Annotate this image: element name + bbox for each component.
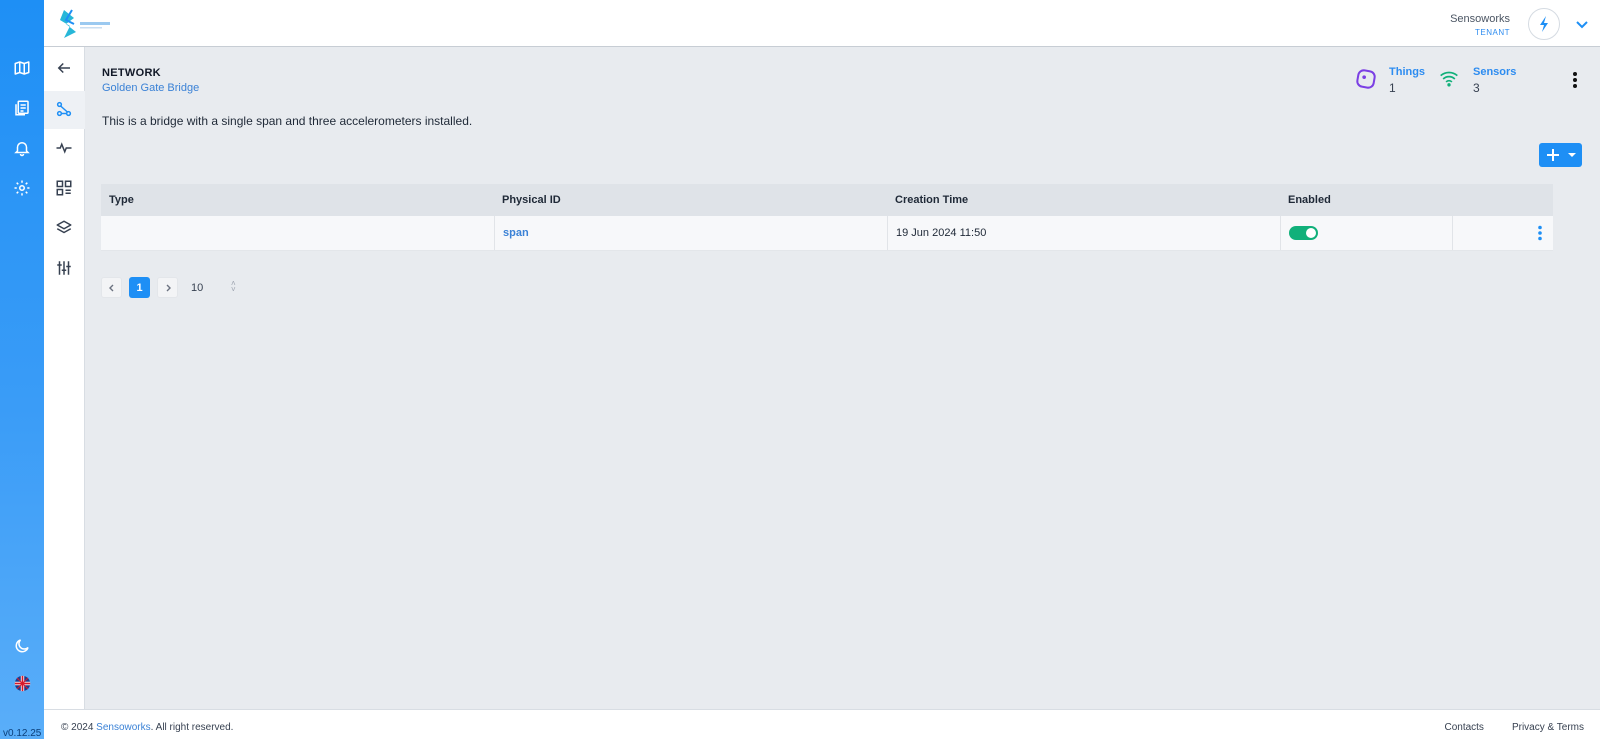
table-header: Type Physical ID Creation Time Enabled: [101, 184, 1553, 216]
row-options-icon[interactable]: [1537, 225, 1543, 241]
sensoworks-logo[interactable]: [56, 8, 116, 40]
layers-icon[interactable]: [54, 218, 74, 238]
things-icon: [1356, 69, 1376, 89]
things-label: Things: [1389, 66, 1426, 78]
activity-icon[interactable]: [54, 138, 74, 158]
cell-creation-time: 19 Jun 2024 11:50: [887, 216, 1280, 250]
footer-brand-link[interactable]: Sensoworks: [96, 722, 150, 733]
more-options-icon[interactable]: [1572, 71, 1578, 89]
sliders-icon[interactable]: [54, 258, 74, 278]
sensors-label: Sensors: [1473, 66, 1517, 78]
next-page-button[interactable]: [157, 277, 178, 298]
uk-flag-icon[interactable]: [12, 673, 32, 693]
gear-icon[interactable]: [12, 178, 32, 198]
page-description: This is a bridge with a single span and …: [102, 114, 473, 128]
cell-enabled: [1280, 216, 1452, 250]
footer: © 2024 Sensoworks. All right reserved. C…: [44, 709, 1600, 739]
moon-icon[interactable]: [12, 636, 32, 656]
top-bar: Sensoworks TENANT: [44, 0, 1600, 47]
chevron-down-icon[interactable]: [1574, 16, 1590, 32]
prev-page-button[interactable]: [101, 277, 122, 298]
wifi-icon: [1440, 71, 1458, 87]
page-title: NETWORK: [102, 67, 161, 79]
enabled-toggle[interactable]: [1289, 226, 1318, 240]
column-actions: [1452, 184, 1553, 216]
things-table: Type Physical ID Creation Time Enabled s…: [101, 184, 1553, 251]
column-type[interactable]: Type: [101, 184, 494, 216]
tenant-name: Sensoworks: [1450, 13, 1510, 25]
copyright-suffix: . All right reserved.: [150, 722, 234, 733]
current-page-button[interactable]: 1: [129, 277, 150, 298]
things-stat[interactable]: Things 1: [1355, 66, 1425, 95]
back-arrow-icon[interactable]: [54, 58, 74, 78]
page-size-value: 10: [191, 281, 204, 294]
tenant-role: TENANT: [1475, 28, 1510, 37]
caret-down-icon[interactable]: [1568, 152, 1576, 158]
documents-icon[interactable]: [12, 98, 32, 118]
contacts-link[interactable]: Contacts: [1444, 722, 1483, 733]
add-button[interactable]: [1539, 143, 1582, 167]
bolt-icon: [1540, 16, 1548, 32]
version-label: v0.12.25: [3, 728, 42, 739]
column-physical-id[interactable]: Physical ID: [494, 184, 887, 216]
column-creation-time[interactable]: Creation Time: [887, 184, 1280, 216]
copyright: © 2024 Sensoworks. All right reserved.: [61, 722, 233, 733]
sensors-stat[interactable]: Sensors 3: [1439, 66, 1516, 95]
table-row[interactable]: span 19 Jun 2024 11:50: [101, 216, 1553, 251]
cell-physical-id: span: [494, 216, 887, 250]
tenant-info[interactable]: Sensoworks TENANT: [1450, 13, 1510, 37]
page-size-select[interactable]: 10 ˄ ˅: [191, 278, 241, 294]
cell-actions: [1452, 216, 1553, 250]
physical-id-link[interactable]: span: [503, 227, 529, 239]
privacy-terms-link[interactable]: Privacy & Terms: [1512, 722, 1584, 733]
sort-arrows-icon: ˄ ˅: [231, 278, 236, 294]
things-count: 1: [1389, 81, 1396, 95]
sensors-count: 3: [1473, 81, 1480, 95]
sub-sidebar: [44, 47, 85, 709]
map-icon[interactable]: [12, 58, 32, 78]
plus-icon: [1547, 149, 1559, 161]
main-content: NETWORK Golden Gate Bridge This is a bri…: [85, 47, 1600, 709]
toggle-knob: [1306, 228, 1316, 238]
chevron-right-icon: [166, 284, 171, 291]
page-subtitle[interactable]: Golden Gate Bridge: [102, 82, 199, 94]
chevron-left-icon: [108, 284, 113, 291]
dashboard-icon[interactable]: [54, 178, 74, 198]
avatar[interactable]: [1528, 8, 1560, 40]
network-icon[interactable]: [54, 99, 74, 119]
pagination: 1 10 ˄ ˅: [101, 277, 241, 298]
bell-icon[interactable]: [12, 138, 32, 158]
column-enabled[interactable]: Enabled: [1280, 184, 1452, 216]
copyright-prefix: © 2024: [61, 722, 97, 733]
cell-type: [101, 216, 494, 250]
app-rail: v0.12.25: [0, 0, 44, 739]
footer-links: Contacts Privacy & Terms: [1444, 722, 1584, 733]
